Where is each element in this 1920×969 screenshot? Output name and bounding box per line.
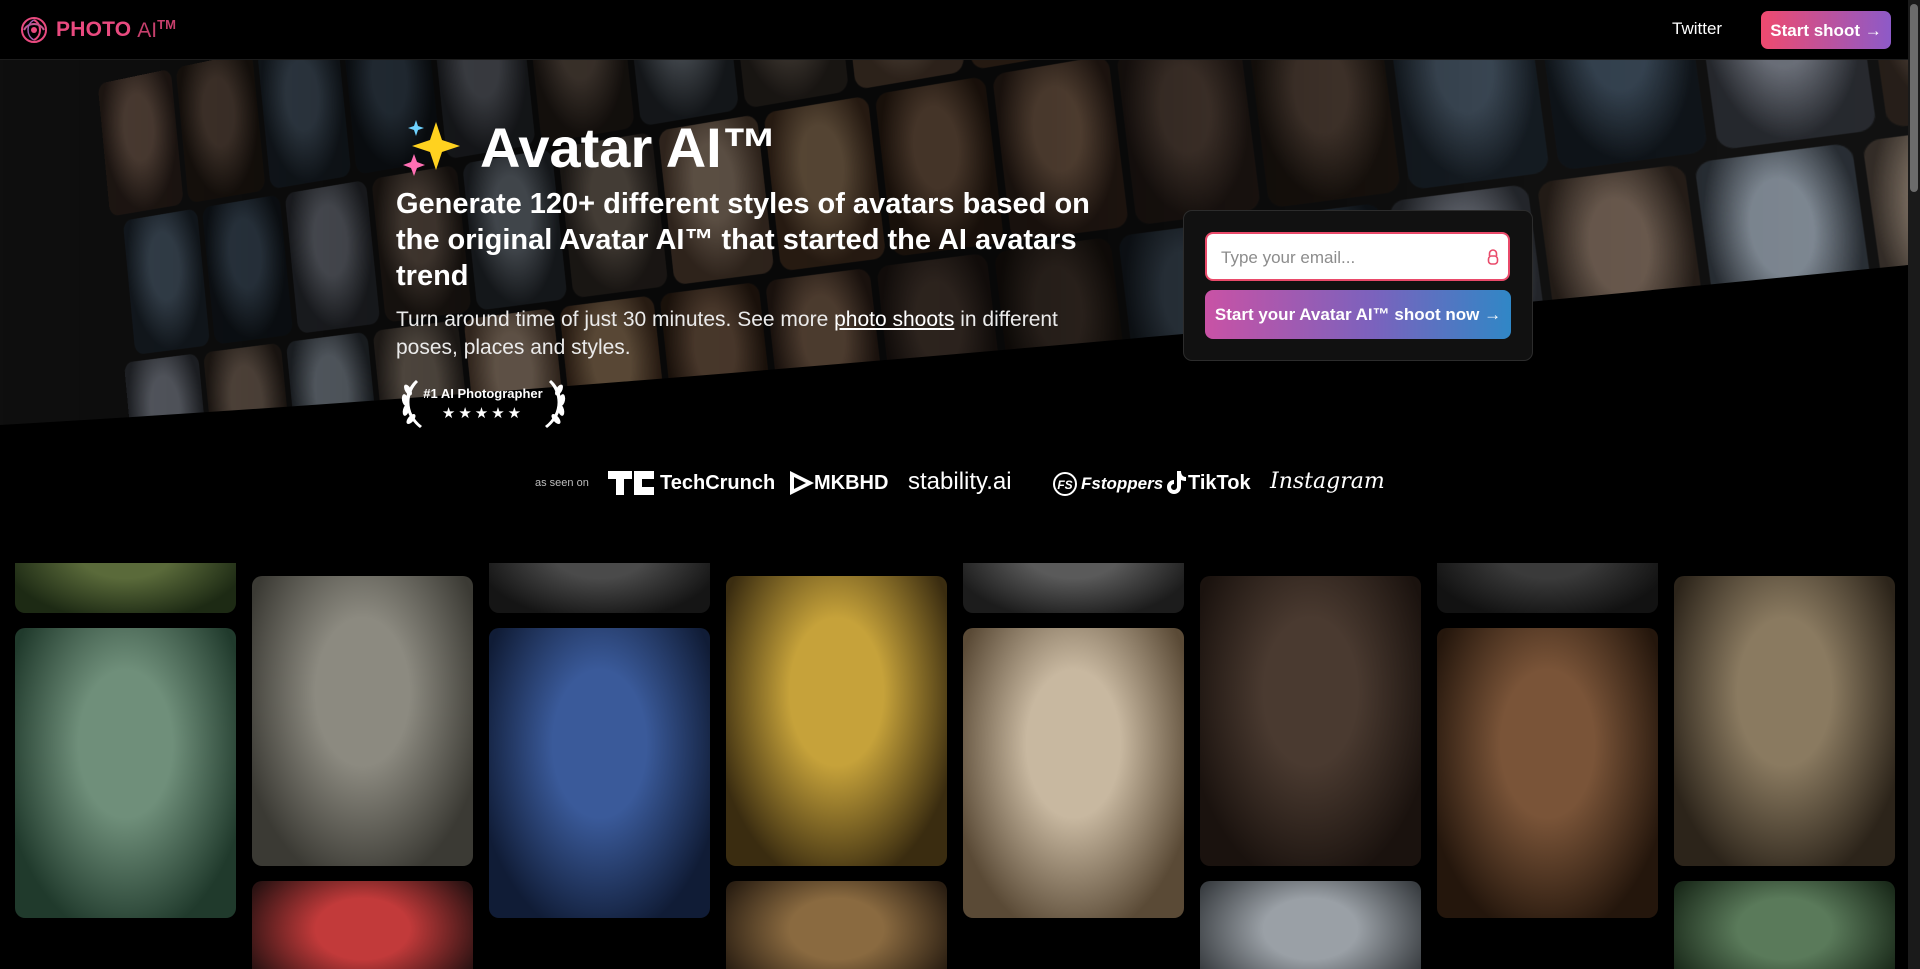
tiktok-logo: TikTok [1166, 471, 1251, 495]
techcrunch-icon [608, 471, 654, 495]
as-seen-on-bar: as seen on TechCrunch MKBHD stability.ai… [0, 465, 1908, 505]
brand-ai-text: AITM [137, 17, 176, 43]
fstoppers-logo: FS Fstoppers [1052, 471, 1163, 497]
logo-swirl-icon [20, 16, 48, 44]
email-field[interactable] [1219, 234, 1483, 281]
mkbhd-logo: MKBHD [790, 471, 888, 495]
gallery-photo[interactable] [1674, 576, 1895, 866]
fstoppers-icon: FS [1052, 471, 1078, 497]
gallery-photo[interactable] [963, 563, 1184, 613]
gallery-photo[interactable] [252, 576, 473, 866]
mkbhd-icon [790, 471, 814, 495]
page-title-text: Avatar AI™ [480, 115, 778, 180]
fstoppers-text: Fstoppers [1081, 474, 1163, 494]
gallery-photo[interactable] [726, 576, 947, 866]
hero-subtitle: Generate 120+ different styles of avatar… [396, 186, 1096, 294]
gallery-photo[interactable] [15, 628, 236, 918]
page-scrollbar[interactable] [1908, 0, 1920, 969]
top-nav: PHOTO AITM Twitter Start shoot → [0, 0, 1908, 60]
start-avatar-shoot-button[interactable]: Start your Avatar AI™ shoot now → [1205, 290, 1511, 339]
award-badge: #1 AI Photographer ★★★★★ [396, 374, 571, 432]
start-shoot-button[interactable]: Start shoot → [1761, 11, 1891, 49]
gallery-photo[interactable] [1200, 881, 1421, 969]
stability-ai-logo: stability.ai [908, 468, 1012, 496]
hero-description: Turn around time of just 30 minutes. See… [396, 306, 1096, 362]
svg-text:FS: FS [1057, 478, 1072, 492]
gallery-photo[interactable] [963, 628, 1184, 918]
as-seen-on-label: as seen on [535, 477, 589, 489]
sparkles-icon [402, 118, 462, 178]
gallery-photo[interactable] [1437, 563, 1658, 613]
photo-shoots-link[interactable]: photo shoots [834, 308, 954, 331]
brand-tm: TM [157, 17, 176, 32]
instagram-logo: Instagram [1270, 469, 1385, 494]
gallery-photo[interactable] [1674, 881, 1895, 969]
brand-logo[interactable]: PHOTO AITM [20, 16, 176, 44]
signup-card: Start your Avatar AI™ shoot now → [1183, 210, 1533, 361]
tiktok-icon [1166, 471, 1186, 495]
brand-photo-text: PHOTO [56, 18, 131, 42]
page-title: Avatar AI™ [402, 115, 778, 180]
gallery-photo[interactable] [252, 881, 473, 969]
tiktok-text: TikTok [1188, 472, 1251, 495]
techcrunch-logo: TechCrunch [608, 471, 775, 495]
brand-ai-label: AI [137, 19, 157, 42]
desc-before: Turn around time of just 30 minutes. See… [396, 308, 834, 331]
gallery-photo[interactable] [726, 881, 947, 969]
techcrunch-text: TechCrunch [660, 472, 775, 495]
twitter-link[interactable]: Twitter [1672, 19, 1722, 39]
gallery-photo[interactable] [489, 563, 710, 613]
mkbhd-text: MKBHD [814, 472, 888, 495]
email-field-wrapper [1205, 232, 1510, 281]
laurel-icon [396, 374, 571, 432]
gallery-photo[interactable] [15, 563, 236, 613]
photo-gallery [0, 563, 1908, 969]
gallery-photo[interactable] [489, 628, 710, 918]
gallery-photo[interactable] [1200, 576, 1421, 866]
award-title: #1 AI Photographer [418, 386, 548, 401]
gallery-photo[interactable] [1437, 628, 1658, 918]
lock-icon [1486, 248, 1500, 266]
award-stars: ★★★★★ [418, 404, 548, 422]
scrollbar-thumb[interactable] [1910, 4, 1918, 192]
